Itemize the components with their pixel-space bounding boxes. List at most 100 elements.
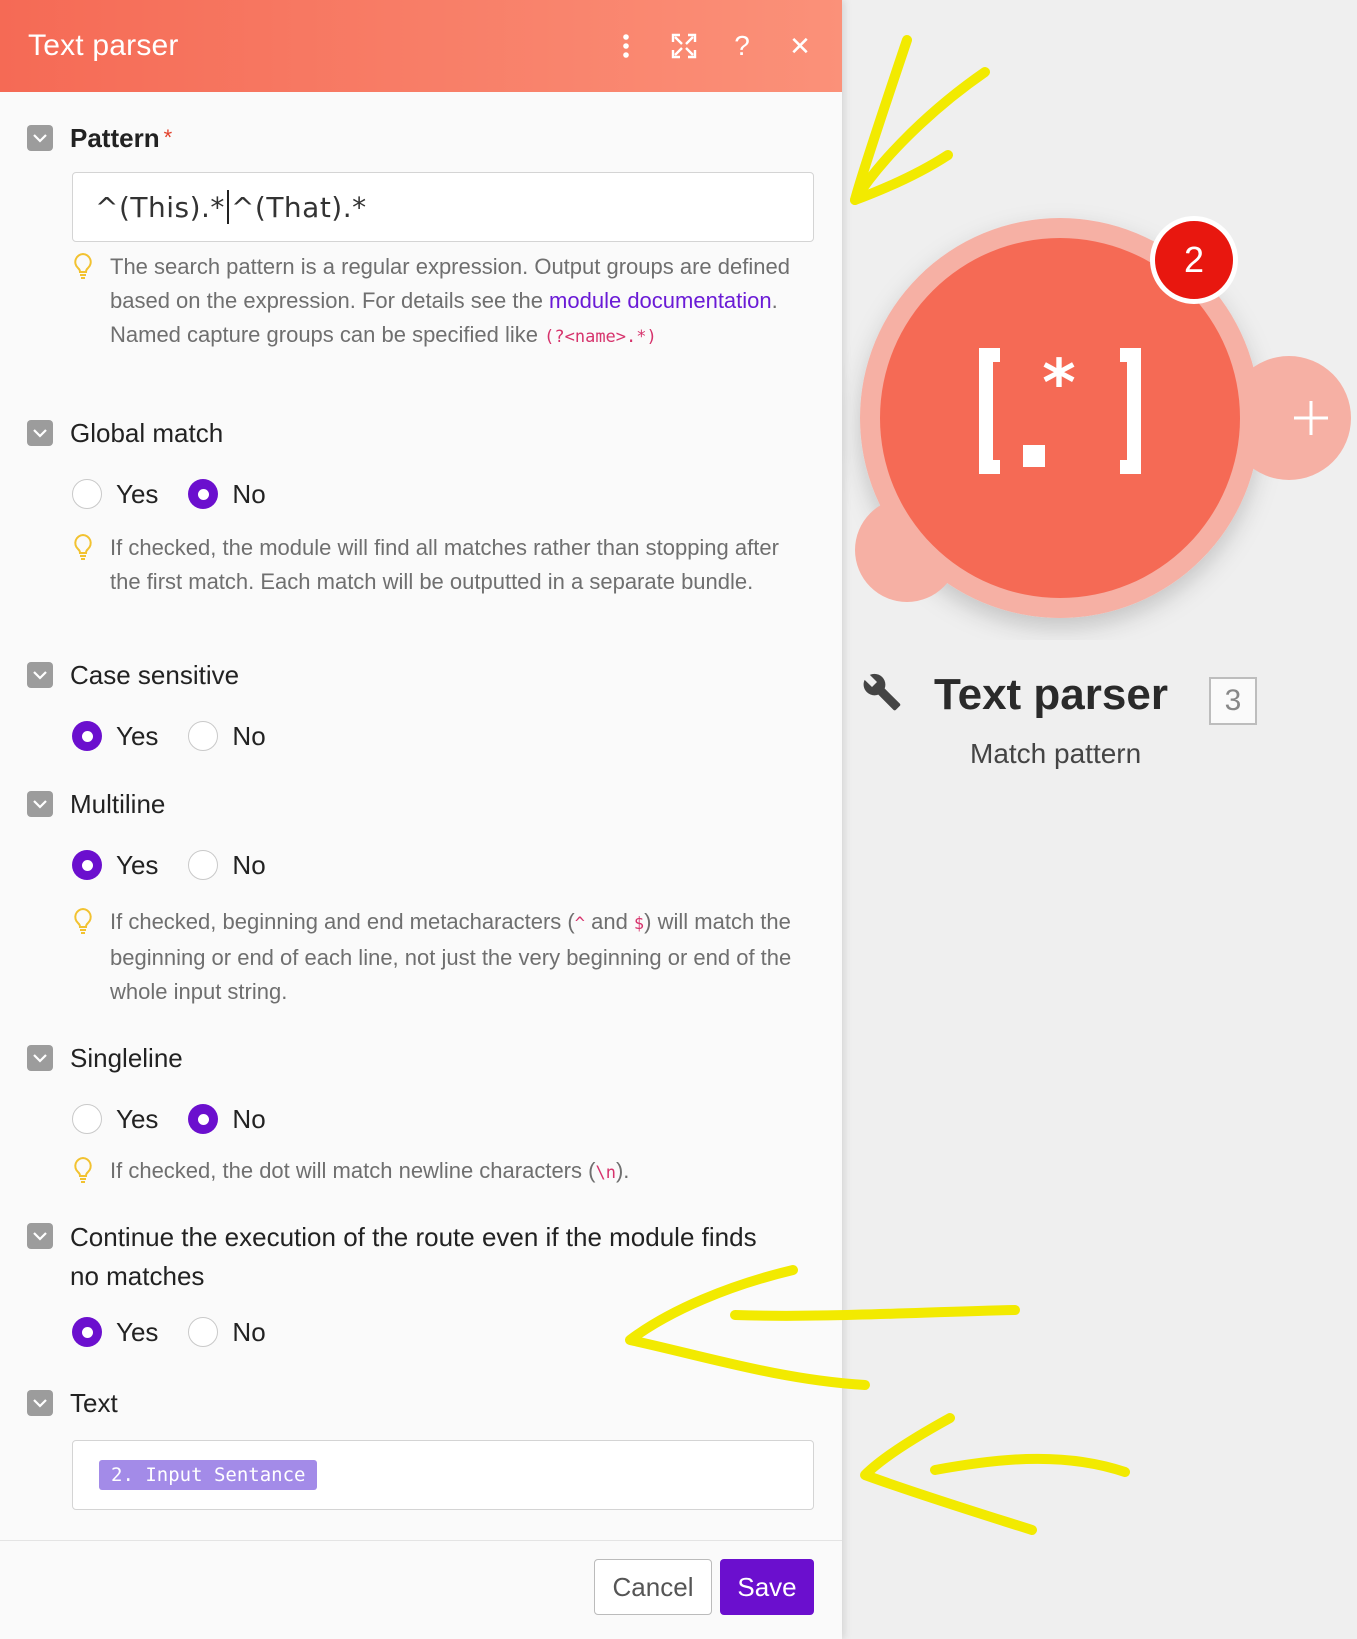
pattern-label: Pattern [70, 122, 160, 153]
singleline-label: Singleline [70, 1042, 183, 1073]
scenario-canvas: * Text parser 3 Match pattern [842, 0, 1357, 1639]
operations-count-badge: 2 [1150, 216, 1238, 304]
collapse-toggle-continue-execution[interactable] [27, 1223, 53, 1249]
collapse-toggle-pattern[interactable] [27, 125, 53, 151]
radio-label: No [232, 1103, 266, 1134]
multiline-section: Multiline [0, 786, 842, 822]
svg-text:*: * [1042, 347, 1075, 421]
case-sensitive-yes[interactable]: Yes [72, 721, 158, 752]
cancel-button[interactable]: Cancel [594, 1559, 712, 1615]
multiline-hint-and: and [584, 909, 634, 934]
collapse-toggle-singleline[interactable] [27, 1045, 53, 1071]
singleline-no[interactable]: No [188, 1103, 266, 1135]
case-sensitive-no[interactable]: No [188, 720, 266, 752]
radio-label: Yes [116, 1103, 159, 1134]
collapse-toggle-global-match[interactable] [27, 420, 53, 446]
radio-unchecked [72, 1104, 102, 1134]
global-match-yes[interactable]: Yes [72, 479, 158, 510]
singleline-section: Singleline [0, 1040, 842, 1076]
global-match-hint: If checked, the module will find all mat… [72, 531, 812, 599]
pattern-value-part2: ^(That).* [230, 190, 367, 224]
text-caret [226, 190, 229, 224]
radio-checked [72, 850, 102, 880]
multiline-yes[interactable]: Yes [72, 850, 158, 881]
collapse-toggle-multiline[interactable] [27, 791, 53, 817]
radio-checked [188, 1104, 219, 1134]
radio-checked [188, 479, 219, 509]
pattern-hint: The search pattern is a regular expressi… [72, 250, 812, 354]
lightbulb-icon [72, 531, 110, 599]
pattern-hint-end: . [771, 288, 778, 313]
multiline-hint: If checked, beginning and end metacharac… [72, 905, 812, 1009]
radio-label: No [232, 720, 266, 751]
save-button[interactable]: Save [720, 1559, 814, 1615]
radio-label: No [232, 478, 266, 509]
collapse-toggle-text[interactable] [27, 1390, 53, 1416]
radio-label: Yes [116, 478, 159, 509]
case-sensitive-section: Case sensitive [0, 657, 842, 693]
radio-label: No [232, 849, 266, 880]
radio-checked [72, 1317, 102, 1347]
close-icon[interactable]: ✕ [786, 31, 814, 61]
dollar-code: $ [633, 914, 645, 934]
radio-unchecked [188, 1317, 219, 1347]
collapse-toggle-case-sensitive[interactable] [27, 662, 53, 688]
module-documentation-link[interactable]: module documentation [549, 288, 772, 313]
pattern-value-part1: ^(This).* [95, 190, 225, 224]
global-match-radio-group: Yes No [72, 476, 296, 512]
radio-label: No [232, 1316, 266, 1347]
module-subtitle: Match pattern [970, 738, 1142, 769]
radio-label: Yes [116, 1316, 159, 1347]
panel-title: Text parser [28, 29, 179, 62]
newline-code: \n [595, 1163, 616, 1183]
radio-unchecked [188, 721, 219, 751]
radio-unchecked [188, 850, 219, 880]
text-section: Text [0, 1385, 842, 1421]
text-input[interactable]: 2. Input Sentance [72, 1440, 814, 1510]
caret-code: ^ [574, 914, 585, 934]
singleline-hint-text: If checked, the dot will match newline c… [110, 1158, 596, 1183]
multiline-no[interactable]: No [188, 849, 266, 881]
case-sensitive-radio-group: Yes No [72, 718, 296, 754]
module-settings-panel: Text parser ? ✕ Pattern * ^(This).* ^(Tha… [0, 0, 842, 1639]
multiline-radio-group: Yes No [72, 847, 296, 883]
singleline-hint: If checked, the dot will match newline c… [72, 1154, 812, 1190]
radio-checked [72, 721, 102, 751]
lightbulb-icon [72, 905, 110, 1009]
lightbulb-icon [72, 250, 110, 354]
expand-icon[interactable] [670, 32, 698, 60]
multiline-hint-text: If checked, beginning and end metacharac… [110, 909, 575, 934]
module-node[interactable]: * [842, 0, 1357, 640]
continue-execution-no[interactable]: No [188, 1316, 266, 1348]
required-mark: * [163, 125, 173, 150]
singleline-yes[interactable]: Yes [72, 1104, 158, 1135]
singleline-hint-end: ). [615, 1158, 630, 1183]
singleline-radio-group: Yes No [72, 1101, 296, 1137]
mapped-variable-pill[interactable]: 2. Input Sentance [99, 1460, 318, 1490]
case-sensitive-label: Case sensitive [70, 659, 240, 690]
help-icon[interactable]: ? [728, 30, 756, 61]
module-name: Text parser [934, 670, 1168, 719]
panel-footer: Cancel Save [0, 1540, 842, 1639]
kebab-menu-icon[interactable] [612, 32, 640, 60]
radio-label: Yes [116, 849, 159, 880]
global-match-section: Global match [0, 415, 842, 451]
panel-header: Text parser ? ✕ [0, 0, 842, 92]
radio-label: Yes [116, 720, 159, 751]
multiline-label: Multiline [70, 788, 166, 819]
continue-execution-section: Continue the execution of the route even… [0, 1218, 842, 1296]
lightbulb-icon [72, 1154, 110, 1190]
global-match-hint-text: If checked, the module will find all mat… [110, 535, 779, 594]
continue-execution-yes[interactable]: Yes [72, 1317, 158, 1348]
global-match-no[interactable]: No [188, 478, 266, 510]
radio-unchecked [72, 479, 102, 509]
pattern-section: Pattern * [0, 120, 842, 156]
pattern-input[interactable]: ^(This).* ^(That).* [72, 172, 814, 242]
continue-execution-label: Continue the execution of the route even… [70, 1222, 757, 1291]
global-match-label: Global match [70, 417, 224, 448]
wrench-icon [862, 672, 902, 717]
text-label: Text [70, 1387, 118, 1418]
module-id-badge: 3 [1209, 677, 1257, 725]
continue-execution-radio-group: Yes No [72, 1314, 296, 1350]
named-group-code: (?<name>.*) [544, 327, 657, 347]
